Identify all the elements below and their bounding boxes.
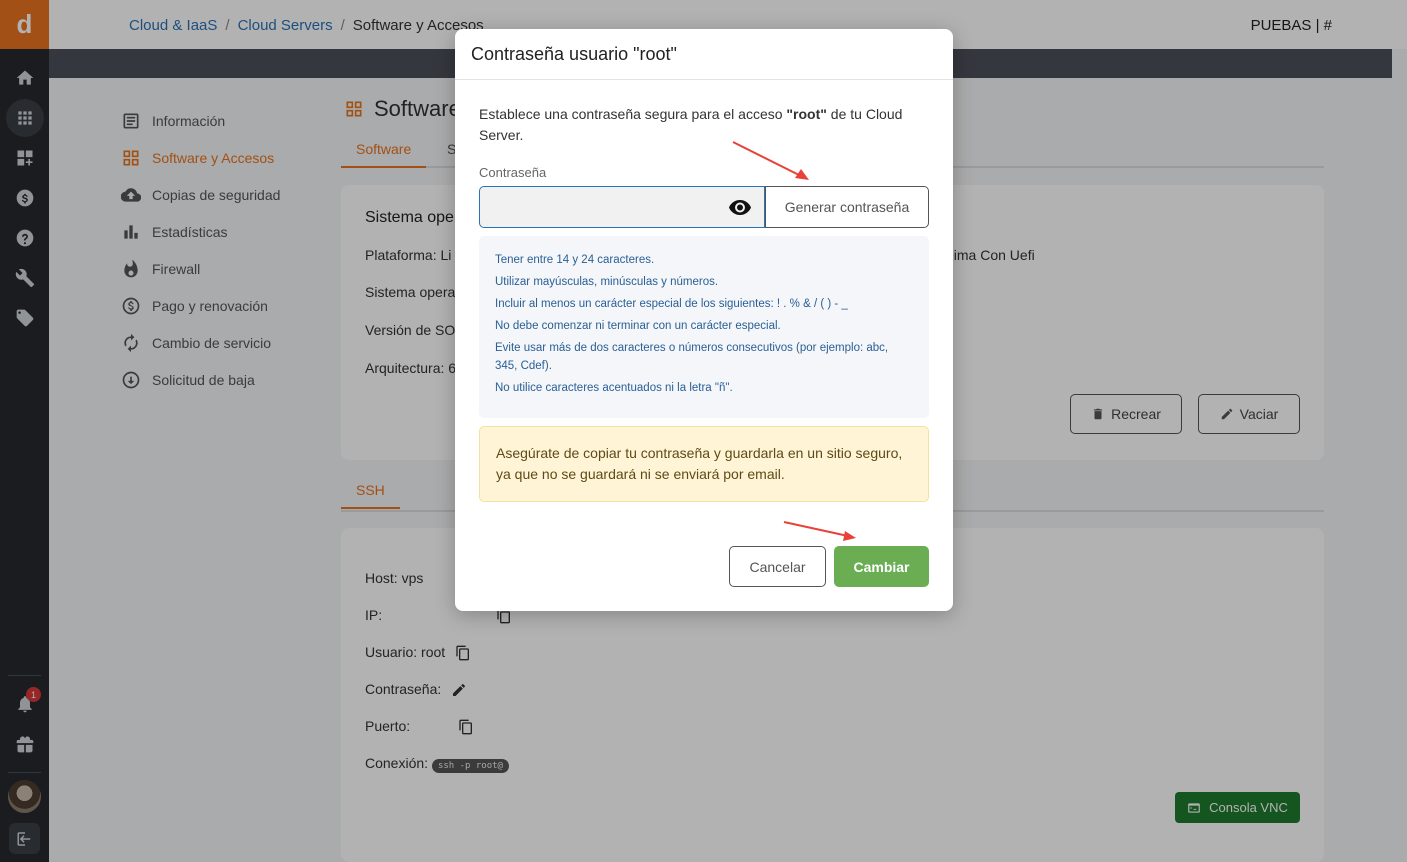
annotation-arrow-icon [732, 141, 809, 180]
password-modal: Contraseña usuario "root" Establece una … [455, 29, 953, 611]
generate-password-button[interactable]: Generar contraseña [765, 186, 929, 228]
cancel-button[interactable]: Cancelar [729, 546, 826, 587]
rule-item: Tener entre 14 y 24 caracteres. [495, 254, 655, 266]
password-rules: Tener entre 14 y 24 caracteres. Utilizar… [479, 236, 929, 418]
rule-item: Evite usar más de dos caracteres o númer… [495, 342, 889, 372]
password-input[interactable] [479, 186, 765, 228]
copy-warning: Asegúrate de copiar tu contraseña y guar… [479, 426, 929, 502]
modal-title: Contraseña usuario "root" [455, 29, 953, 80]
rule-item: Incluir al menos un carácter especial de… [495, 298, 848, 310]
eye-icon[interactable] [728, 197, 752, 217]
modal-description: Establece una contraseña segura para el … [479, 106, 903, 143]
rule-item: No utilice caracteres acentuados ni la l… [495, 382, 733, 394]
password-group: Generar contraseña [479, 186, 929, 228]
password-label: Contraseña [479, 165, 547, 180]
rule-item: Utilizar mayúsculas, minúsculas y número… [495, 276, 719, 288]
change-button[interactable]: Cambiar [834, 546, 929, 587]
annotation-arrow-icon [783, 521, 856, 541]
rule-item: No debe comenzar ni terminar con un cará… [495, 320, 781, 332]
